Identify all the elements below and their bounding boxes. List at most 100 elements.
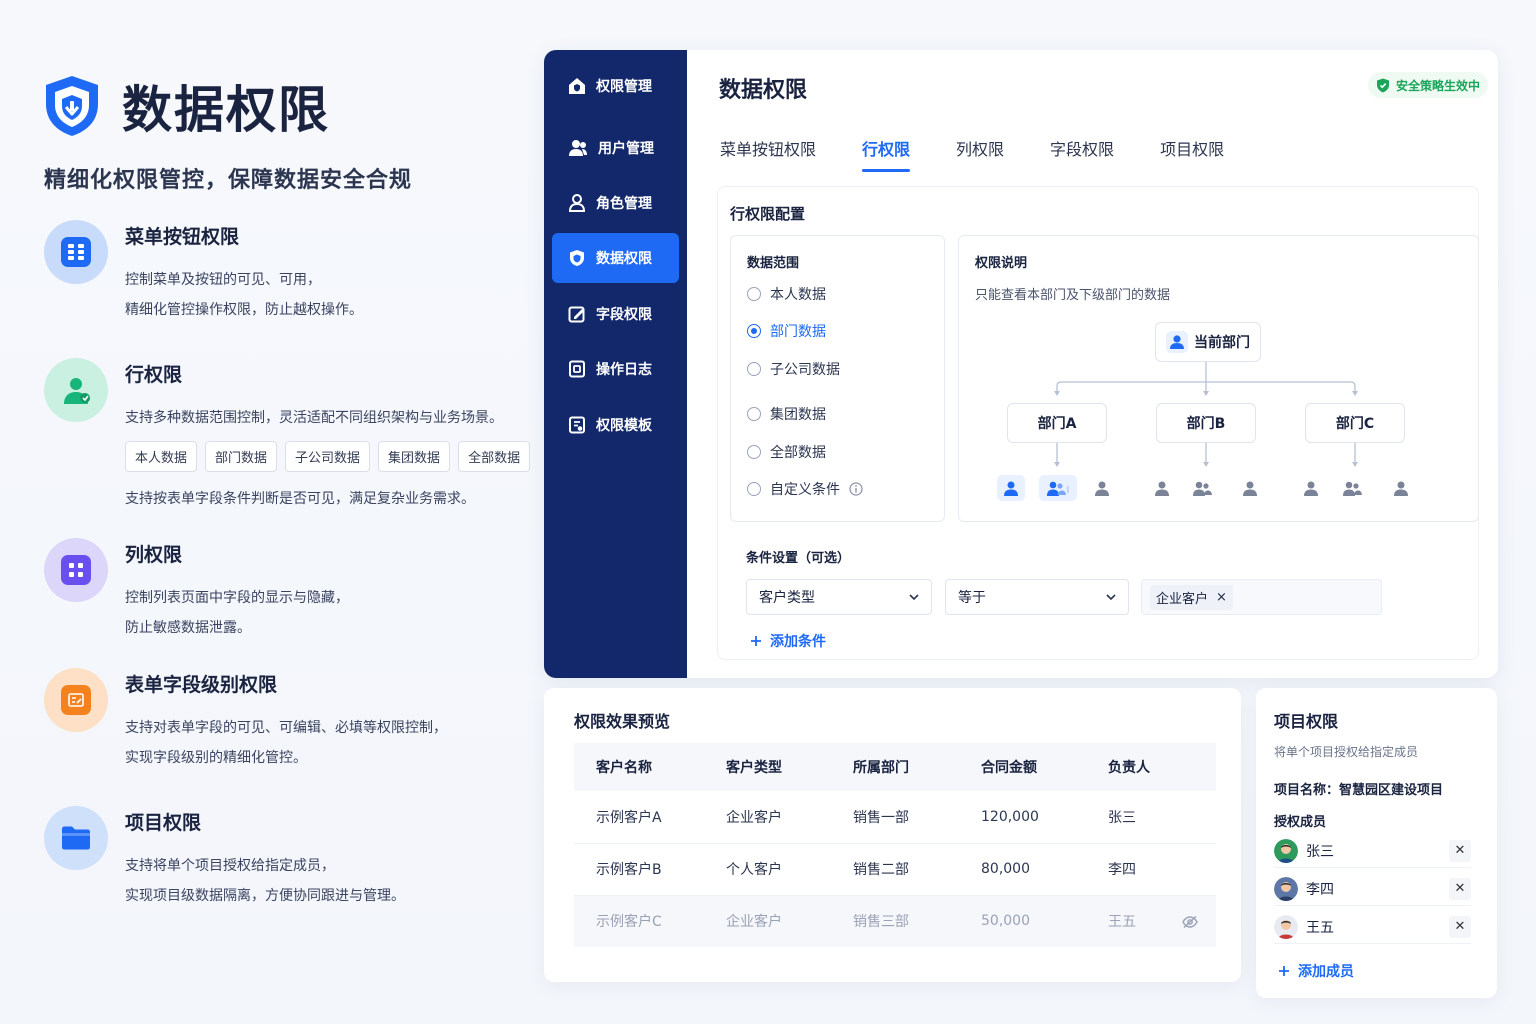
hero: 数据权限 精细化权限管控，保障数据安全合规 bbox=[44, 70, 544, 194]
user-icon bbox=[1166, 331, 1188, 353]
table-header-row: 客户名称 客户类型 所属部门 合同金额 负责人 bbox=[574, 743, 1216, 791]
tab-column-permission[interactable]: 列权限 bbox=[956, 136, 1004, 172]
project-permission-card: 项目权限 将单个项目授权给指定成员 项目名称：智慧园区建设项目 授权成员 张三 … bbox=[1256, 688, 1497, 998]
permission-description-panel: 权限说明 只能查看本部门及下级部门的数据 当前部门 部门A 部门B 部门C bbox=[958, 235, 1479, 522]
column-header: 客户类型 bbox=[704, 743, 831, 791]
users-icon bbox=[1338, 475, 1366, 501]
org-node-department-b: 部门B bbox=[1156, 403, 1256, 443]
table-row: 示例客户A 企业客户 销售一部 120,000 张三 bbox=[574, 791, 1216, 844]
hero-subtitle: 精细化权限管控，保障数据安全合规 bbox=[44, 168, 413, 193]
template-icon bbox=[568, 416, 586, 434]
remove-member-button[interactable]: ✕ bbox=[1449, 915, 1471, 938]
org-node-department-c: 部门C bbox=[1305, 403, 1405, 443]
close-icon[interactable]: × bbox=[1216, 590, 1227, 605]
users-icon bbox=[568, 139, 588, 157]
remove-member-button[interactable]: ✕ bbox=[1449, 877, 1471, 900]
radio-subsidiary-data[interactable]: 子公司数据 bbox=[747, 359, 840, 379]
add-member-button[interactable]: 添加成员 bbox=[1278, 961, 1354, 981]
user-icon bbox=[1297, 475, 1325, 501]
page-title: 数据权限 bbox=[719, 78, 808, 103]
avatar bbox=[1274, 876, 1298, 901]
avatar bbox=[1274, 914, 1298, 939]
project-card-title: 项目权限 bbox=[1274, 712, 1339, 731]
users-icon bbox=[1039, 475, 1077, 501]
radio-all-data[interactable]: 全部数据 bbox=[747, 442, 826, 462]
sidebar: 权限管理 用户管理 角色管理 数据权限 字段权限 操作日志 权限模板 bbox=[544, 50, 687, 678]
scope-tag: 子公司数据 bbox=[285, 441, 371, 472]
tab-field-permission[interactable]: 字段权限 bbox=[1050, 136, 1114, 172]
columns-icon bbox=[61, 555, 91, 585]
condition-field-select[interactable]: 客户类型 bbox=[746, 579, 932, 615]
feature-title: 表单字段级别权限 bbox=[125, 674, 278, 696]
org-node-department-a: 部门A bbox=[1007, 403, 1107, 443]
tab-menu-button-permission[interactable]: 菜单按钮权限 bbox=[720, 136, 816, 172]
scope-tag: 集团数据 bbox=[378, 441, 451, 472]
scope-tag: 部门数据 bbox=[205, 441, 278, 472]
tab-row-permission[interactable]: 行权限 bbox=[862, 136, 911, 172]
form-edit-icon bbox=[61, 685, 91, 715]
project-name: 项目名称：智慧园区建设项目 bbox=[1274, 783, 1444, 798]
column-header: 所属部门 bbox=[831, 743, 959, 791]
shield-check-icon bbox=[1376, 78, 1390, 93]
log-icon bbox=[568, 360, 586, 378]
home-shield-icon bbox=[568, 77, 586, 95]
user-icon bbox=[60, 374, 92, 406]
users-icon bbox=[1188, 475, 1216, 501]
sidebar-item-permission-management[interactable]: 权限管理 bbox=[552, 61, 679, 111]
hero-title: 数据权限 bbox=[122, 81, 330, 139]
row-permission-config: 行权限配置 数据范围 本人数据 部门数据 子公司数据 集团数据 全部数据 自定义… bbox=[717, 186, 1479, 660]
scope-tag: 本人数据 bbox=[125, 441, 198, 472]
permission-tabs: 菜单按钮权限 行权限 列权限 字段权限 项目权限 bbox=[720, 136, 1270, 172]
tab-project-permission[interactable]: 项目权限 bbox=[1160, 136, 1224, 172]
sidebar-item-user-management[interactable]: 用户管理 bbox=[552, 123, 679, 173]
shield-icon bbox=[568, 249, 586, 267]
chevron-down-icon bbox=[909, 594, 919, 600]
member-item: 李四 ✕ bbox=[1274, 872, 1471, 906]
preview-table: 客户名称 客户类型 所属部门 合同金额 负责人 示例客户A 企业客户 销售一部 … bbox=[574, 743, 1216, 947]
condition-operator-select[interactable]: 等于 bbox=[945, 579, 1129, 615]
table-row: 示例客户B 个人客户 销售二部 80,000 李四 bbox=[574, 843, 1216, 896]
member-item: 张三 ✕ bbox=[1274, 834, 1471, 868]
plus-icon bbox=[750, 635, 762, 647]
user-icon bbox=[997, 475, 1025, 501]
user-role-icon bbox=[568, 194, 586, 212]
eye-off-icon[interactable] bbox=[1182, 915, 1198, 929]
app-window: 权限管理 用户管理 角色管理 数据权限 字段权限 操作日志 权限模板 数据权限 bbox=[544, 50, 1498, 678]
sidebar-item-field-permission[interactable]: 字段权限 bbox=[552, 289, 679, 339]
sidebar-item-data-permission[interactable]: 数据权限 bbox=[552, 233, 679, 283]
remove-member-button[interactable]: ✕ bbox=[1449, 839, 1471, 862]
condition-value-input[interactable]: 企业客户 × bbox=[1141, 579, 1382, 615]
user-icon bbox=[1387, 475, 1415, 501]
radio-department-data[interactable]: 部门数据 bbox=[747, 321, 826, 341]
value-chip: 企业客户 × bbox=[1150, 584, 1233, 610]
add-condition-button[interactable]: 添加条件 bbox=[750, 631, 826, 651]
info-icon[interactable] bbox=[849, 482, 863, 496]
folder-icon bbox=[60, 824, 92, 852]
feature-title: 列权限 bbox=[125, 544, 183, 566]
plus-icon bbox=[1278, 965, 1290, 977]
grid-icon bbox=[61, 237, 91, 267]
sidebar-item-operation-log[interactable]: 操作日志 bbox=[552, 344, 679, 394]
radio-group-data[interactable]: 集团数据 bbox=[747, 404, 826, 424]
sidebar-item-role-management[interactable]: 角色管理 bbox=[552, 178, 679, 228]
config-title: 行权限配置 bbox=[730, 205, 806, 223]
data-scope-panel: 数据范围 本人数据 部门数据 子公司数据 集团数据 全部数据 自定义条件 bbox=[730, 235, 945, 522]
feature-title: 行权限 bbox=[125, 364, 183, 386]
column-header: 负责人 bbox=[1086, 743, 1216, 791]
column-header: 合同金额 bbox=[959, 743, 1086, 791]
member-item: 王五 ✕ bbox=[1274, 910, 1471, 944]
preview-title: 权限效果预览 bbox=[574, 712, 671, 731]
radio-custom-condition[interactable]: 自定义条件 bbox=[747, 479, 863, 499]
user-icon bbox=[1148, 475, 1176, 501]
condition-label: 条件设置（可选） bbox=[746, 551, 851, 566]
feature-title: 菜单按钮权限 bbox=[125, 226, 240, 248]
radio-own-data[interactable]: 本人数据 bbox=[747, 284, 826, 304]
permission-preview-card: 权限效果预览 客户名称 客户类型 所属部门 合同金额 负责人 示例客户A 企业客… bbox=[544, 688, 1241, 982]
sidebar-item-permission-template[interactable]: 权限模板 bbox=[552, 400, 679, 450]
field-edit-icon bbox=[568, 305, 586, 323]
column-header: 客户名称 bbox=[574, 743, 704, 791]
scope-tag: 全部数据 bbox=[458, 441, 531, 472]
user-icon bbox=[1088, 475, 1116, 501]
org-node-current-department: 当前部门 bbox=[1155, 322, 1261, 362]
avatar bbox=[1274, 838, 1298, 863]
